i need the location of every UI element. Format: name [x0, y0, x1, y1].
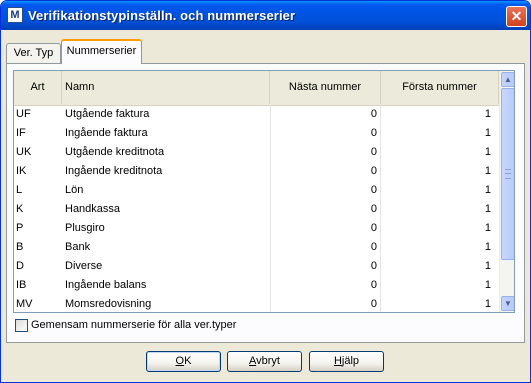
help-label-rest: jälp: [341, 355, 360, 367]
close-button[interactable]: ✕: [506, 6, 527, 27]
cell-nasta-nummer[interactable]: 0: [270, 238, 381, 257]
cell-namn[interactable]: Diverse: [62, 257, 270, 276]
cell-namn[interactable]: Bank: [62, 238, 270, 257]
cell-namn[interactable]: Ingående balans: [62, 276, 270, 295]
cell-forsta-nummer[interactable]: 1: [381, 219, 499, 238]
column-header-art[interactable]: Art: [14, 71, 62, 104]
table-row[interactable]: MV Momsredovisning 0 1: [14, 295, 499, 312]
cell-namn[interactable]: Utgående kreditnota: [62, 143, 270, 162]
table-row[interactable]: L Lön 0 1: [14, 181, 499, 200]
ok-button[interactable]: OK: [146, 351, 221, 372]
cell-forsta-nummer[interactable]: 1: [381, 238, 499, 257]
cell-namn[interactable]: Ingående kreditnota: [62, 162, 270, 181]
cell-nasta-nummer[interactable]: 0: [270, 219, 381, 238]
cell-art[interactable]: IK: [16, 162, 62, 181]
cell-art[interactable]: UF: [16, 105, 62, 124]
column-header-forsta-nummer[interactable]: Första nummer: [381, 71, 499, 104]
table-row[interactable]: K Handkassa 0 1: [14, 200, 499, 219]
cancel-button[interactable]: Avbryt: [227, 351, 302, 372]
dialog-window: M Verifikationstypinställn. och nummerse…: [0, 0, 531, 383]
cell-forsta-nummer[interactable]: 1: [381, 124, 499, 143]
cell-namn[interactable]: Plusgiro: [62, 219, 270, 238]
number-series-grid: Art Namn Nästa nummer Första nummer UF Ut…: [13, 70, 515, 313]
cell-art[interactable]: D: [16, 257, 62, 276]
table-row[interactable]: IF Ingående faktura 0 1: [14, 124, 499, 143]
column-header-nasta-nummer[interactable]: Nästa nummer: [270, 71, 381, 104]
cell-forsta-nummer[interactable]: 1: [381, 295, 499, 312]
cell-nasta-nummer[interactable]: 0: [270, 162, 381, 181]
cell-forsta-nummer[interactable]: 1: [381, 105, 499, 124]
help-mnemonic: H: [333, 355, 342, 367]
cell-nasta-nummer[interactable]: 0: [270, 295, 381, 312]
app-icon: M: [7, 7, 23, 23]
cell-namn[interactable]: Utgående faktura: [62, 105, 270, 124]
cell-nasta-nummer[interactable]: 0: [270, 143, 381, 162]
tab-ver-typ[interactable]: Ver. Typ: [6, 43, 61, 63]
cell-art[interactable]: UK: [16, 143, 62, 162]
cell-nasta-nummer[interactable]: 0: [270, 257, 381, 276]
table-row[interactable]: IK Ingående kreditnota 0 1: [14, 162, 499, 181]
cell-forsta-nummer[interactable]: 1: [381, 200, 499, 219]
tab-nummerserier[interactable]: Nummerserier: [61, 39, 142, 64]
cell-art[interactable]: L: [16, 181, 62, 200]
cell-art[interactable]: MV: [16, 295, 62, 312]
cell-forsta-nummer[interactable]: 1: [381, 257, 499, 276]
cancel-label-rest: vbryt: [256, 355, 280, 367]
cell-art[interactable]: K: [16, 200, 62, 219]
table-row[interactable]: IB Ingående balans 0 1: [14, 276, 499, 295]
cell-namn[interactable]: Momsredovisning: [62, 295, 270, 312]
table-row[interactable]: UK Utgående kreditnota 0 1: [14, 143, 499, 162]
vertical-scrollbar[interactable]: ▲ ▼: [499, 71, 514, 312]
shared-series-checkbox[interactable]: [15, 319, 28, 332]
title-bar[interactable]: M Verifikationstypinställn. och nummerse…: [1, 1, 530, 30]
cell-forsta-nummer[interactable]: 1: [381, 143, 499, 162]
ok-label-rest: K: [184, 355, 192, 367]
help-button[interactable]: Hjälp: [309, 351, 384, 372]
cell-forsta-nummer[interactable]: 1: [381, 276, 499, 295]
cell-nasta-nummer[interactable]: 0: [270, 200, 381, 219]
cell-art[interactable]: IB: [16, 276, 62, 295]
table-row[interactable]: P Plusgiro 0 1: [14, 219, 499, 238]
cell-art[interactable]: P: [16, 219, 62, 238]
scroll-down-arrow-icon[interactable]: ▼: [501, 296, 514, 311]
table-row[interactable]: B Bank 0 1: [14, 238, 499, 257]
grid-header: Art Namn Nästa nummer Första nummer: [14, 71, 499, 106]
cell-nasta-nummer[interactable]: 0: [270, 105, 381, 124]
window-title: Verifikationstypinställn. och nummerseri…: [28, 8, 296, 23]
cell-art[interactable]: IF: [16, 124, 62, 143]
shared-series-label[interactable]: Gemensam nummerserie för alla ver.typer: [31, 319, 236, 332]
cell-art[interactable]: B: [16, 238, 62, 257]
ok-mnemonic: O: [175, 355, 185, 367]
cell-nasta-nummer[interactable]: 0: [270, 124, 381, 143]
table-row[interactable]: D Diverse 0 1: [14, 257, 499, 276]
cell-namn[interactable]: Handkassa: [62, 200, 270, 219]
grid-rows: UF Utgående faktura 0 1 IF Ingående faktura 0 1…: [14, 105, 499, 312]
column-header-namn[interactable]: Namn: [62, 71, 270, 104]
cell-nasta-nummer[interactable]: 0: [270, 276, 381, 295]
cell-namn[interactable]: Lön: [62, 181, 270, 200]
cell-forsta-nummer[interactable]: 1: [381, 181, 499, 200]
grip-icon: [505, 169, 511, 179]
table-row[interactable]: UF Utgående faktura 0 1: [14, 105, 499, 124]
cell-forsta-nummer[interactable]: 1: [381, 162, 499, 181]
scroll-thumb[interactable]: [501, 88, 514, 260]
scroll-up-arrow-icon[interactable]: ▲: [501, 72, 514, 87]
cell-nasta-nummer[interactable]: 0: [270, 181, 381, 200]
cell-namn[interactable]: Ingående faktura: [62, 124, 270, 143]
